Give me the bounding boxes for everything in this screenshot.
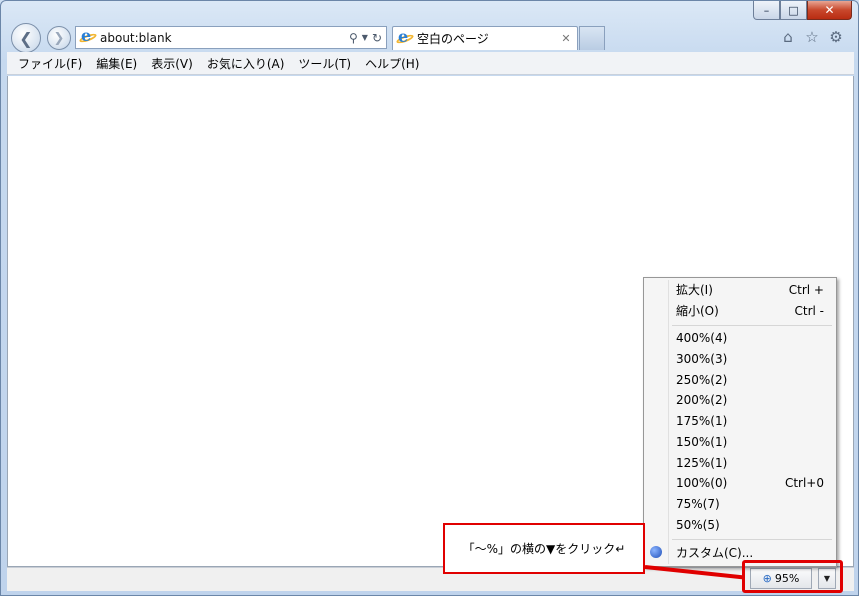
menu-item-label: 400%(4) xyxy=(676,330,728,345)
menu-item-label: カスタム(C)... xyxy=(676,546,754,560)
refresh-icon[interactable]: ↻ xyxy=(372,31,382,45)
back-button[interactable]: ❮ xyxy=(11,23,41,53)
menu-item-shortcut: Ctrl - xyxy=(794,303,825,318)
address-input[interactable]: about:blank xyxy=(100,31,349,45)
forward-arrow-icon: ❯ xyxy=(53,30,65,46)
ie-logo-icon: e xyxy=(78,27,98,46)
maximize-icon: □ xyxy=(788,3,799,17)
minimize-button[interactable]: – xyxy=(753,1,780,20)
new-tab-button[interactable] xyxy=(579,26,605,50)
menu-item-zoom-175[interactable]: 175%(1) xyxy=(676,411,824,430)
tab-blank-page[interactable]: e 空白のページ ✕ xyxy=(392,26,578,50)
close-window-button[interactable]: ✕ xyxy=(807,1,852,20)
zoom-context-menu: 拡大(I) Ctrl + 縮小(O) Ctrl - 400%(4) 300%(3… xyxy=(643,277,837,567)
menu-file[interactable]: ファイル(F) xyxy=(11,55,89,72)
menu-item-zoom-50[interactable]: 50%(5) xyxy=(676,515,824,534)
search-icon[interactable]: ⚲ xyxy=(349,31,358,45)
menu-item-zoom-100[interactable]: 100%(0) Ctrl+0 xyxy=(676,473,824,492)
menu-item-label: 100%(0) xyxy=(676,475,728,490)
custom-zoom-icon xyxy=(650,546,662,558)
menu-item-zoom-out[interactable]: 縮小(O) Ctrl - xyxy=(676,301,824,320)
menu-item-label: 拡大(I) xyxy=(676,283,713,297)
maximize-button[interactable]: □ xyxy=(780,1,807,20)
callout-text: 「～%」の横の▼をクリック↵ xyxy=(462,542,626,556)
menu-item-zoom-200[interactable]: 200%(2) xyxy=(676,390,824,409)
menu-item-shortcut: Ctrl + xyxy=(788,282,824,297)
tab-close-icon[interactable]: ✕ xyxy=(559,32,573,45)
star-icon[interactable]: ☆ xyxy=(804,28,820,46)
menu-bar: ファイル(F) 編集(E) 表示(V) お気に入り(A) ツール(T) ヘルプ(… xyxy=(7,52,854,75)
menu-item-zoom-250[interactable]: 250%(2) xyxy=(676,370,824,389)
annotation-highlight-box xyxy=(742,560,843,593)
menu-item-label: 250%(2) xyxy=(676,372,728,387)
menu-item-zoom-400[interactable]: 400%(4) xyxy=(676,328,824,347)
window-caption-buttons: – □ ✕ xyxy=(753,1,852,20)
address-bar[interactable]: e about:blank ⚲ ▼ ↻ xyxy=(75,26,387,49)
annotation-callout: 「～%」の横の▼をクリック↵ xyxy=(443,523,645,574)
menu-item-zoom-125[interactable]: 125%(1) xyxy=(676,453,824,472)
menu-item-label: 175%(1) xyxy=(676,413,728,428)
menu-item-zoom-300[interactable]: 300%(3) xyxy=(676,349,824,368)
menu-item-label: 50%(5) xyxy=(676,517,720,532)
minimize-icon: – xyxy=(763,3,770,17)
gear-icon[interactable]: ⚙ xyxy=(828,28,844,46)
forward-button[interactable]: ❯ xyxy=(47,26,71,50)
close-icon: ✕ xyxy=(824,3,835,17)
back-arrow-icon: ❮ xyxy=(19,28,33,48)
menu-help[interactable]: ヘルプ(H) xyxy=(358,55,426,72)
home-icon[interactable]: ⌂ xyxy=(780,28,796,46)
chevron-down-icon[interactable]: ▼ xyxy=(362,33,368,42)
menu-item-label: 縮小(O) xyxy=(676,304,719,318)
menu-item-label: 150%(1) xyxy=(676,434,728,449)
menu-item-zoom-150[interactable]: 150%(1) xyxy=(676,432,824,451)
menu-tools[interactable]: ツール(T) xyxy=(291,55,358,72)
ie-logo-icon: e xyxy=(395,28,415,47)
status-bar xyxy=(7,567,854,591)
tab-title: 空白のページ xyxy=(417,32,489,46)
menu-item-shortcut: Ctrl+0 xyxy=(784,475,824,490)
menu-view[interactable]: 表示(V) xyxy=(144,55,200,72)
menu-item-label: 75%(7) xyxy=(676,496,720,511)
menu-favorites[interactable]: お気に入り(A) xyxy=(200,55,292,72)
menu-item-label: 125%(1) xyxy=(676,455,728,470)
menu-item-zoom-75[interactable]: 75%(7) xyxy=(676,494,824,513)
menu-item-label: 300%(3) xyxy=(676,351,728,366)
menu-edit[interactable]: 編集(E) xyxy=(89,55,144,72)
menu-item-zoom-in[interactable]: 拡大(I) Ctrl + xyxy=(676,280,824,299)
menu-item-label: 200%(2) xyxy=(676,392,728,407)
